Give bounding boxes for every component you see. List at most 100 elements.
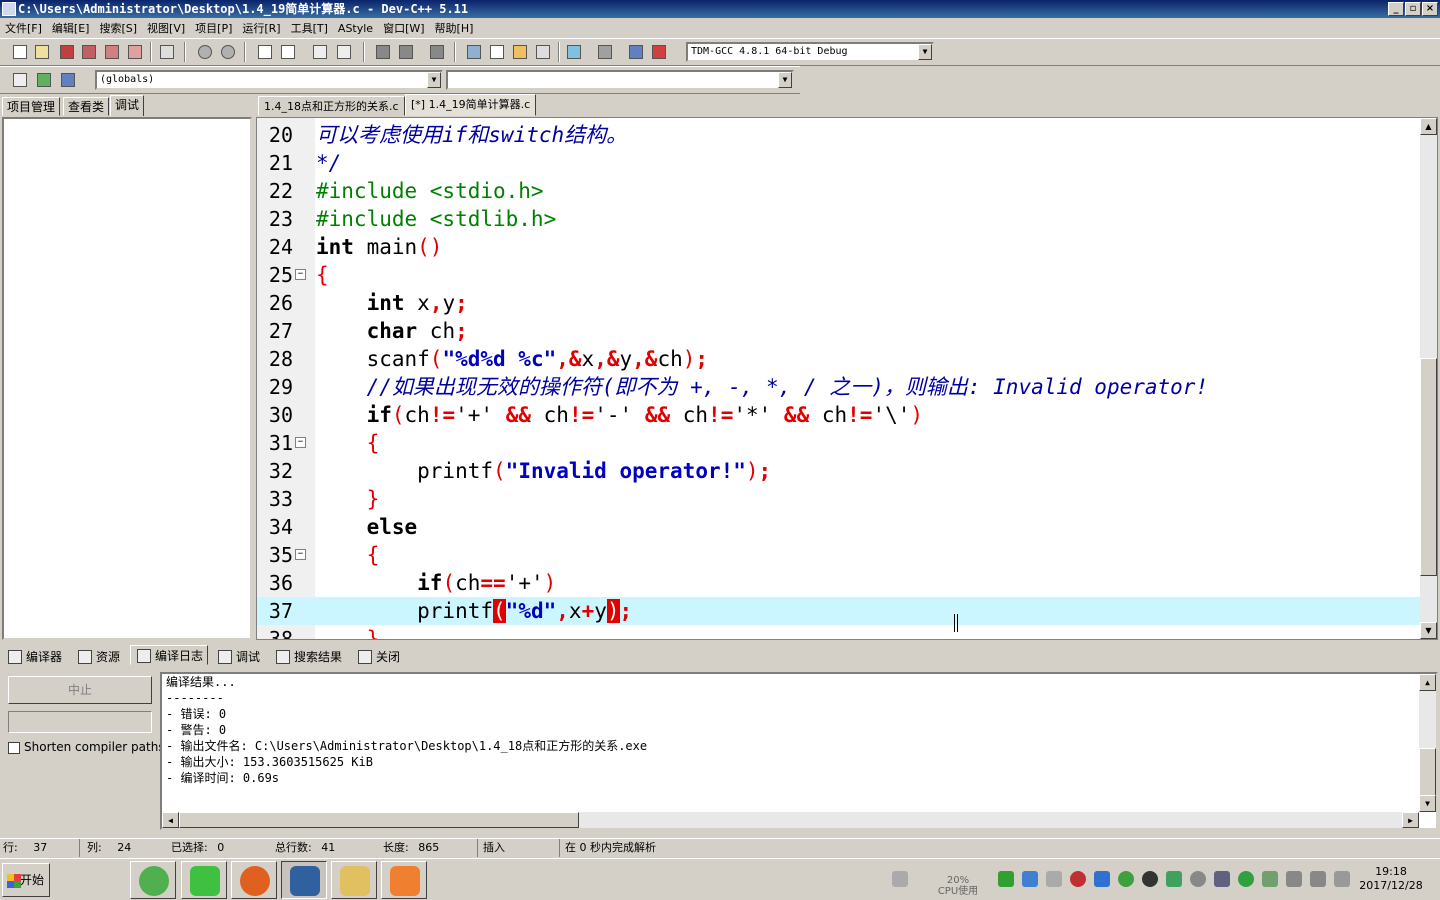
tab-search-results[interactable]: 搜索结果 bbox=[270, 647, 346, 667]
editor-tab-file1[interactable]: 1.4_18点和正方形的关系.c bbox=[258, 96, 405, 116]
comment-icon[interactable] bbox=[427, 42, 447, 62]
taskbar-app-devcpp[interactable] bbox=[281, 861, 327, 899]
tray-box-icon[interactable] bbox=[1022, 871, 1038, 887]
menu-help[interactable]: 帮助[H] bbox=[430, 19, 479, 39]
tray-chat-icon[interactable] bbox=[1046, 871, 1062, 887]
menu-file[interactable]: 文件[F] bbox=[0, 19, 47, 39]
code-line[interactable]: 22 #include <stdio.h> bbox=[257, 177, 1421, 205]
find-icon[interactable] bbox=[255, 42, 275, 62]
open-file-icon[interactable] bbox=[32, 42, 52, 62]
new-file-icon[interactable] bbox=[10, 42, 30, 62]
goto-icon[interactable] bbox=[34, 70, 54, 90]
scroll-up-icon[interactable]: ▲ bbox=[1419, 674, 1436, 691]
log-horizontal-scrollbar[interactable]: ◀ ▶ bbox=[162, 812, 1419, 828]
clock[interactable]: 19:18 2017/12/28 bbox=[1356, 865, 1426, 893]
editor-tab-file2[interactable]: [*] 1.4_19简单计算器.c bbox=[405, 94, 537, 116]
scroll-left-icon[interactable]: ◀ bbox=[162, 812, 179, 828]
code-line[interactable]: 30 if(ch!='+' && ch!='-' && ch!='*' && c… bbox=[257, 401, 1421, 429]
tab-compiler[interactable]: 编译器 bbox=[2, 647, 66, 667]
close-file-icon[interactable] bbox=[102, 42, 122, 62]
insert-icon[interactable] bbox=[10, 70, 30, 90]
tray-browser-icon[interactable] bbox=[1118, 871, 1134, 887]
fold-toggle-icon[interactable]: − bbox=[295, 549, 306, 560]
tray-grid-icon[interactable] bbox=[1094, 871, 1110, 887]
tray-app-icon[interactable] bbox=[998, 871, 1014, 887]
code-line[interactable]: 34 else bbox=[257, 513, 1421, 541]
tab-debug[interactable]: 调试 bbox=[110, 95, 145, 116]
tab-project[interactable]: 项目管理 bbox=[2, 97, 61, 116]
code-line[interactable]: 21 */ bbox=[257, 149, 1421, 177]
speaker-icon[interactable] bbox=[1334, 871, 1350, 887]
code-line[interactable]: 38 } bbox=[257, 625, 1421, 639]
save-all-icon[interactable] bbox=[79, 42, 99, 62]
tray-tools-icon[interactable] bbox=[1262, 871, 1278, 887]
code-line[interactable]: 20 可以考虑使用if和switch结构。 bbox=[257, 121, 1421, 149]
shorten-paths-checkbox[interactable]: Shorten compiler paths bbox=[8, 740, 165, 754]
fold-toggle-icon[interactable]: − bbox=[295, 437, 306, 448]
code-line[interactable]: 35− { bbox=[257, 541, 1421, 569]
tile-icon[interactable] bbox=[533, 42, 553, 62]
code-line[interactable]: 31− { bbox=[257, 429, 1421, 457]
scroll-right-icon[interactable]: ▶ bbox=[1402, 812, 1419, 828]
tab-resources[interactable]: 资源 bbox=[72, 647, 124, 667]
log-vertical-scrollbar[interactable]: ▲ ▼ bbox=[1419, 674, 1436, 812]
scroll-down-icon[interactable]: ▼ bbox=[1420, 622, 1437, 639]
redo-icon[interactable] bbox=[218, 42, 238, 62]
bookmark-icon[interactable] bbox=[58, 70, 78, 90]
menu-edit[interactable]: 编辑[E] bbox=[47, 19, 95, 39]
volume-icon[interactable] bbox=[1286, 871, 1302, 887]
code-line[interactable]: 26 int x,y; bbox=[257, 289, 1421, 317]
abort-button[interactable]: 中止 bbox=[8, 676, 152, 704]
compiler-select[interactable]: TDM-GCC 4.8.1 64-bit Debug ▼ bbox=[686, 42, 934, 62]
code-line[interactable]: 29 //如果出现无效的操作符(即不为 +, -, *, / 之一)，则输出: … bbox=[257, 373, 1421, 401]
scrollbar-thumb[interactable] bbox=[179, 812, 579, 828]
code-line[interactable]: 28 scanf("%d%d %c",&x,&y,&ch); bbox=[257, 345, 1421, 373]
window-icon[interactable] bbox=[487, 42, 507, 62]
chevron-down-icon[interactable]: ▼ bbox=[918, 44, 932, 60]
code-line[interactable]: 23 #include <stdlib.h> bbox=[257, 205, 1421, 233]
network-icon[interactable] bbox=[1310, 871, 1326, 887]
menu-search[interactable]: 搜索[S] bbox=[94, 19, 142, 39]
chart-icon[interactable] bbox=[626, 42, 646, 62]
menu-project[interactable]: 项目[P] bbox=[190, 19, 237, 39]
stop-icon[interactable] bbox=[595, 42, 615, 62]
taskbar-app-pdf[interactable] bbox=[381, 861, 427, 899]
member-select[interactable]: ▼ bbox=[446, 70, 794, 90]
tray-record-icon[interactable] bbox=[1070, 871, 1086, 887]
code-line[interactable]: 32 printf("Invalid operator!"); bbox=[257, 457, 1421, 485]
restore-button[interactable]: ▫ bbox=[1405, 2, 1421, 16]
save-icon[interactable] bbox=[57, 42, 77, 62]
unindent-icon[interactable] bbox=[396, 42, 416, 62]
scroll-down-icon[interactable]: ▼ bbox=[1419, 795, 1436, 812]
tray-security-icon[interactable] bbox=[1166, 871, 1182, 887]
checkbox-box[interactable] bbox=[8, 741, 20, 754]
check-icon[interactable] bbox=[564, 42, 584, 62]
taskbar-app-browser[interactable] bbox=[130, 861, 176, 899]
grid-view-icon[interactable] bbox=[464, 42, 484, 62]
tab-close[interactable]: 关闭 bbox=[352, 647, 404, 667]
editor-vertical-scrollbar[interactable]: ▲ ▼ bbox=[1420, 118, 1437, 639]
replace-icon[interactable] bbox=[278, 42, 298, 62]
start-button[interactable]: 开始 bbox=[2, 863, 50, 897]
tray-qq-icon[interactable] bbox=[1142, 871, 1158, 887]
layout-icon[interactable] bbox=[510, 42, 530, 62]
code-line[interactable]: 36 if(ch=='+') bbox=[257, 569, 1421, 597]
close-all-icon[interactable] bbox=[125, 42, 145, 62]
tab-compile-log[interactable]: 编译日志 bbox=[130, 645, 209, 665]
close-button[interactable]: × bbox=[1422, 2, 1438, 16]
chevron-down-icon[interactable]: ▼ bbox=[778, 72, 792, 88]
indent-icon[interactable] bbox=[373, 42, 393, 62]
code-editor[interactable]: 20 可以考虑使用if和switch结构。 21 */ 22 #include <stdi… bbox=[256, 117, 1438, 640]
menu-run[interactable]: 运行[R] bbox=[237, 19, 285, 39]
scrollbar-thumb[interactable] bbox=[1419, 748, 1436, 796]
tray-update-icon[interactable] bbox=[1238, 871, 1254, 887]
print-icon[interactable] bbox=[157, 42, 177, 62]
taskbar-app-recorder[interactable] bbox=[231, 861, 277, 899]
scroll-up-icon[interactable]: ▲ bbox=[1420, 118, 1437, 135]
code-line[interactable]: 33 } bbox=[257, 485, 1421, 513]
code-line[interactable]: 27 char ch; bbox=[257, 317, 1421, 345]
minimize-button[interactable]: _ bbox=[1388, 2, 1404, 16]
scope-select[interactable]: (globals) ▼ bbox=[95, 70, 443, 90]
chevron-down-icon[interactable]: ▼ bbox=[427, 72, 441, 88]
menu-window[interactable]: 窗口[W] bbox=[378, 19, 429, 39]
